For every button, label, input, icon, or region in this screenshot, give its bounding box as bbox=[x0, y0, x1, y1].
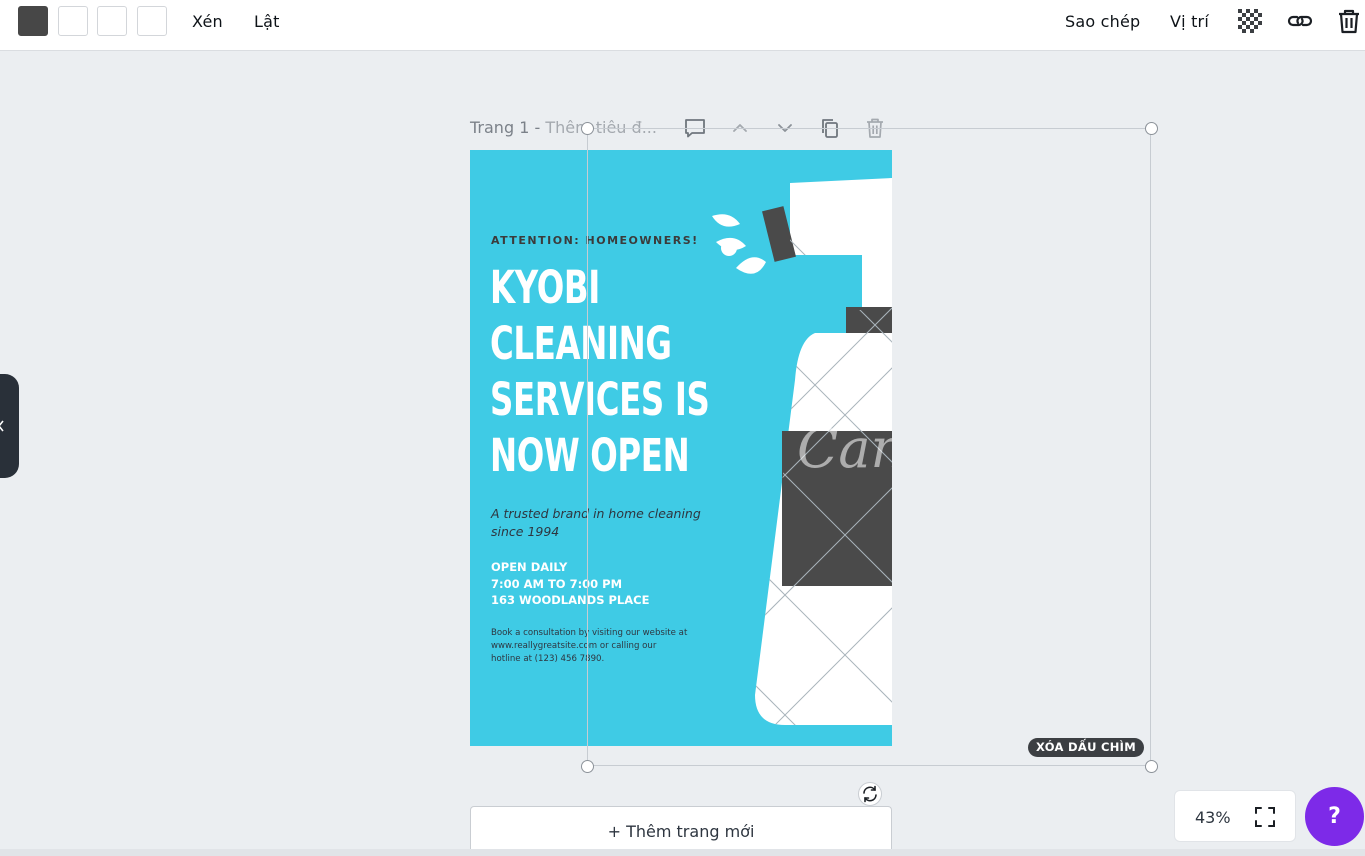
help-button[interactable]: ? bbox=[1305, 787, 1364, 846]
booking-text[interactable]: Book a consultation by visiting our webs… bbox=[491, 627, 706, 666]
headline-line: SERVICES IS bbox=[490, 373, 710, 426]
attention-text[interactable]: ATTENTION: HOMEOWNERS! bbox=[491, 234, 699, 247]
booking-line: www.reallygreatsite.com or calling our bbox=[491, 641, 657, 651]
zoom-value[interactable]: 43% bbox=[1195, 808, 1231, 827]
booking-line: hotline at (123) 456 7890. bbox=[491, 654, 605, 664]
fullscreen-icon[interactable] bbox=[1254, 806, 1276, 828]
canva-watermark-logo: Can bbox=[797, 417, 892, 480]
comment-icon[interactable] bbox=[684, 117, 706, 139]
chevron-down-icon[interactable] bbox=[774, 117, 796, 139]
duplicate-icon[interactable] bbox=[819, 117, 841, 139]
headline-line: CLEANING bbox=[490, 317, 672, 370]
flip-button[interactable]: Lật bbox=[254, 12, 280, 31]
remove-watermark-button[interactable]: XÓA DẤU CHÌM bbox=[1028, 738, 1145, 757]
add-page-button[interactable]: + Thêm trang mới bbox=[470, 806, 892, 850]
chevron-up-icon[interactable] bbox=[729, 117, 751, 139]
rotate-icon bbox=[863, 785, 877, 803]
tagline-text[interactable]: A trusted brand in home cleaning since 1… bbox=[491, 505, 711, 541]
resize-handle-top-right[interactable] bbox=[1145, 122, 1158, 135]
design-canvas[interactable]: ATTENTION: HOMEOWNERS! KYOBI CLEANING SE… bbox=[470, 150, 892, 746]
svg-text:Can: Can bbox=[797, 417, 892, 480]
resize-handle-top-left[interactable] bbox=[581, 122, 594, 135]
hours-line: 7:00 AM TO 7:00 PM bbox=[491, 576, 623, 591]
chevron-left-icon bbox=[0, 420, 4, 432]
hours-text[interactable]: OPEN DAILY 7:00 AM TO 7:00 PM 163 WOODLA… bbox=[491, 559, 649, 609]
headline[interactable]: KYOBI CLEANING SERVICES IS NOW OPEN bbox=[490, 260, 710, 484]
hours-line: OPEN DAILY bbox=[491, 560, 568, 574]
transparency-icon[interactable] bbox=[1237, 8, 1263, 34]
page-number-label: Trang 1 - bbox=[470, 118, 546, 137]
page-title[interactable]: Trang 1 - Thêm tiêu đ... bbox=[470, 118, 657, 137]
copy-style-button[interactable]: Sao chép bbox=[1065, 12, 1140, 31]
headline-line: KYOBI bbox=[490, 261, 600, 314]
color-swatch-4[interactable] bbox=[137, 6, 167, 36]
page-title-placeholder[interactable]: Thêm tiêu đ... bbox=[545, 118, 657, 137]
color-swatch-3[interactable] bbox=[97, 6, 127, 36]
position-button[interactable]: Vị trí bbox=[1170, 12, 1209, 31]
color-swatch-2[interactable] bbox=[58, 6, 88, 36]
link-icon[interactable] bbox=[1287, 8, 1313, 34]
horizontal-scrollbar[interactable] bbox=[0, 849, 1365, 856]
trash-icon[interactable] bbox=[864, 117, 886, 139]
top-toolbar: Xén Lật Sao chép Vị trí bbox=[0, 0, 1365, 51]
headline-line: NOW OPEN bbox=[490, 429, 690, 482]
resize-handle-bottom-left[interactable] bbox=[581, 760, 594, 773]
side-panel-toggle[interactable] bbox=[0, 374, 19, 478]
trash-icon[interactable] bbox=[1336, 8, 1362, 34]
hours-line: 163 WOODLANDS PLACE bbox=[491, 593, 650, 607]
resize-handle-bottom-right[interactable] bbox=[1145, 760, 1158, 773]
crop-button[interactable]: Xén bbox=[192, 12, 223, 31]
booking-line: Book a consultation by visiting our webs… bbox=[491, 628, 688, 638]
color-swatch-1[interactable] bbox=[18, 6, 48, 36]
rotate-handle[interactable] bbox=[858, 782, 882, 806]
zoom-control: 43% bbox=[1174, 790, 1296, 842]
